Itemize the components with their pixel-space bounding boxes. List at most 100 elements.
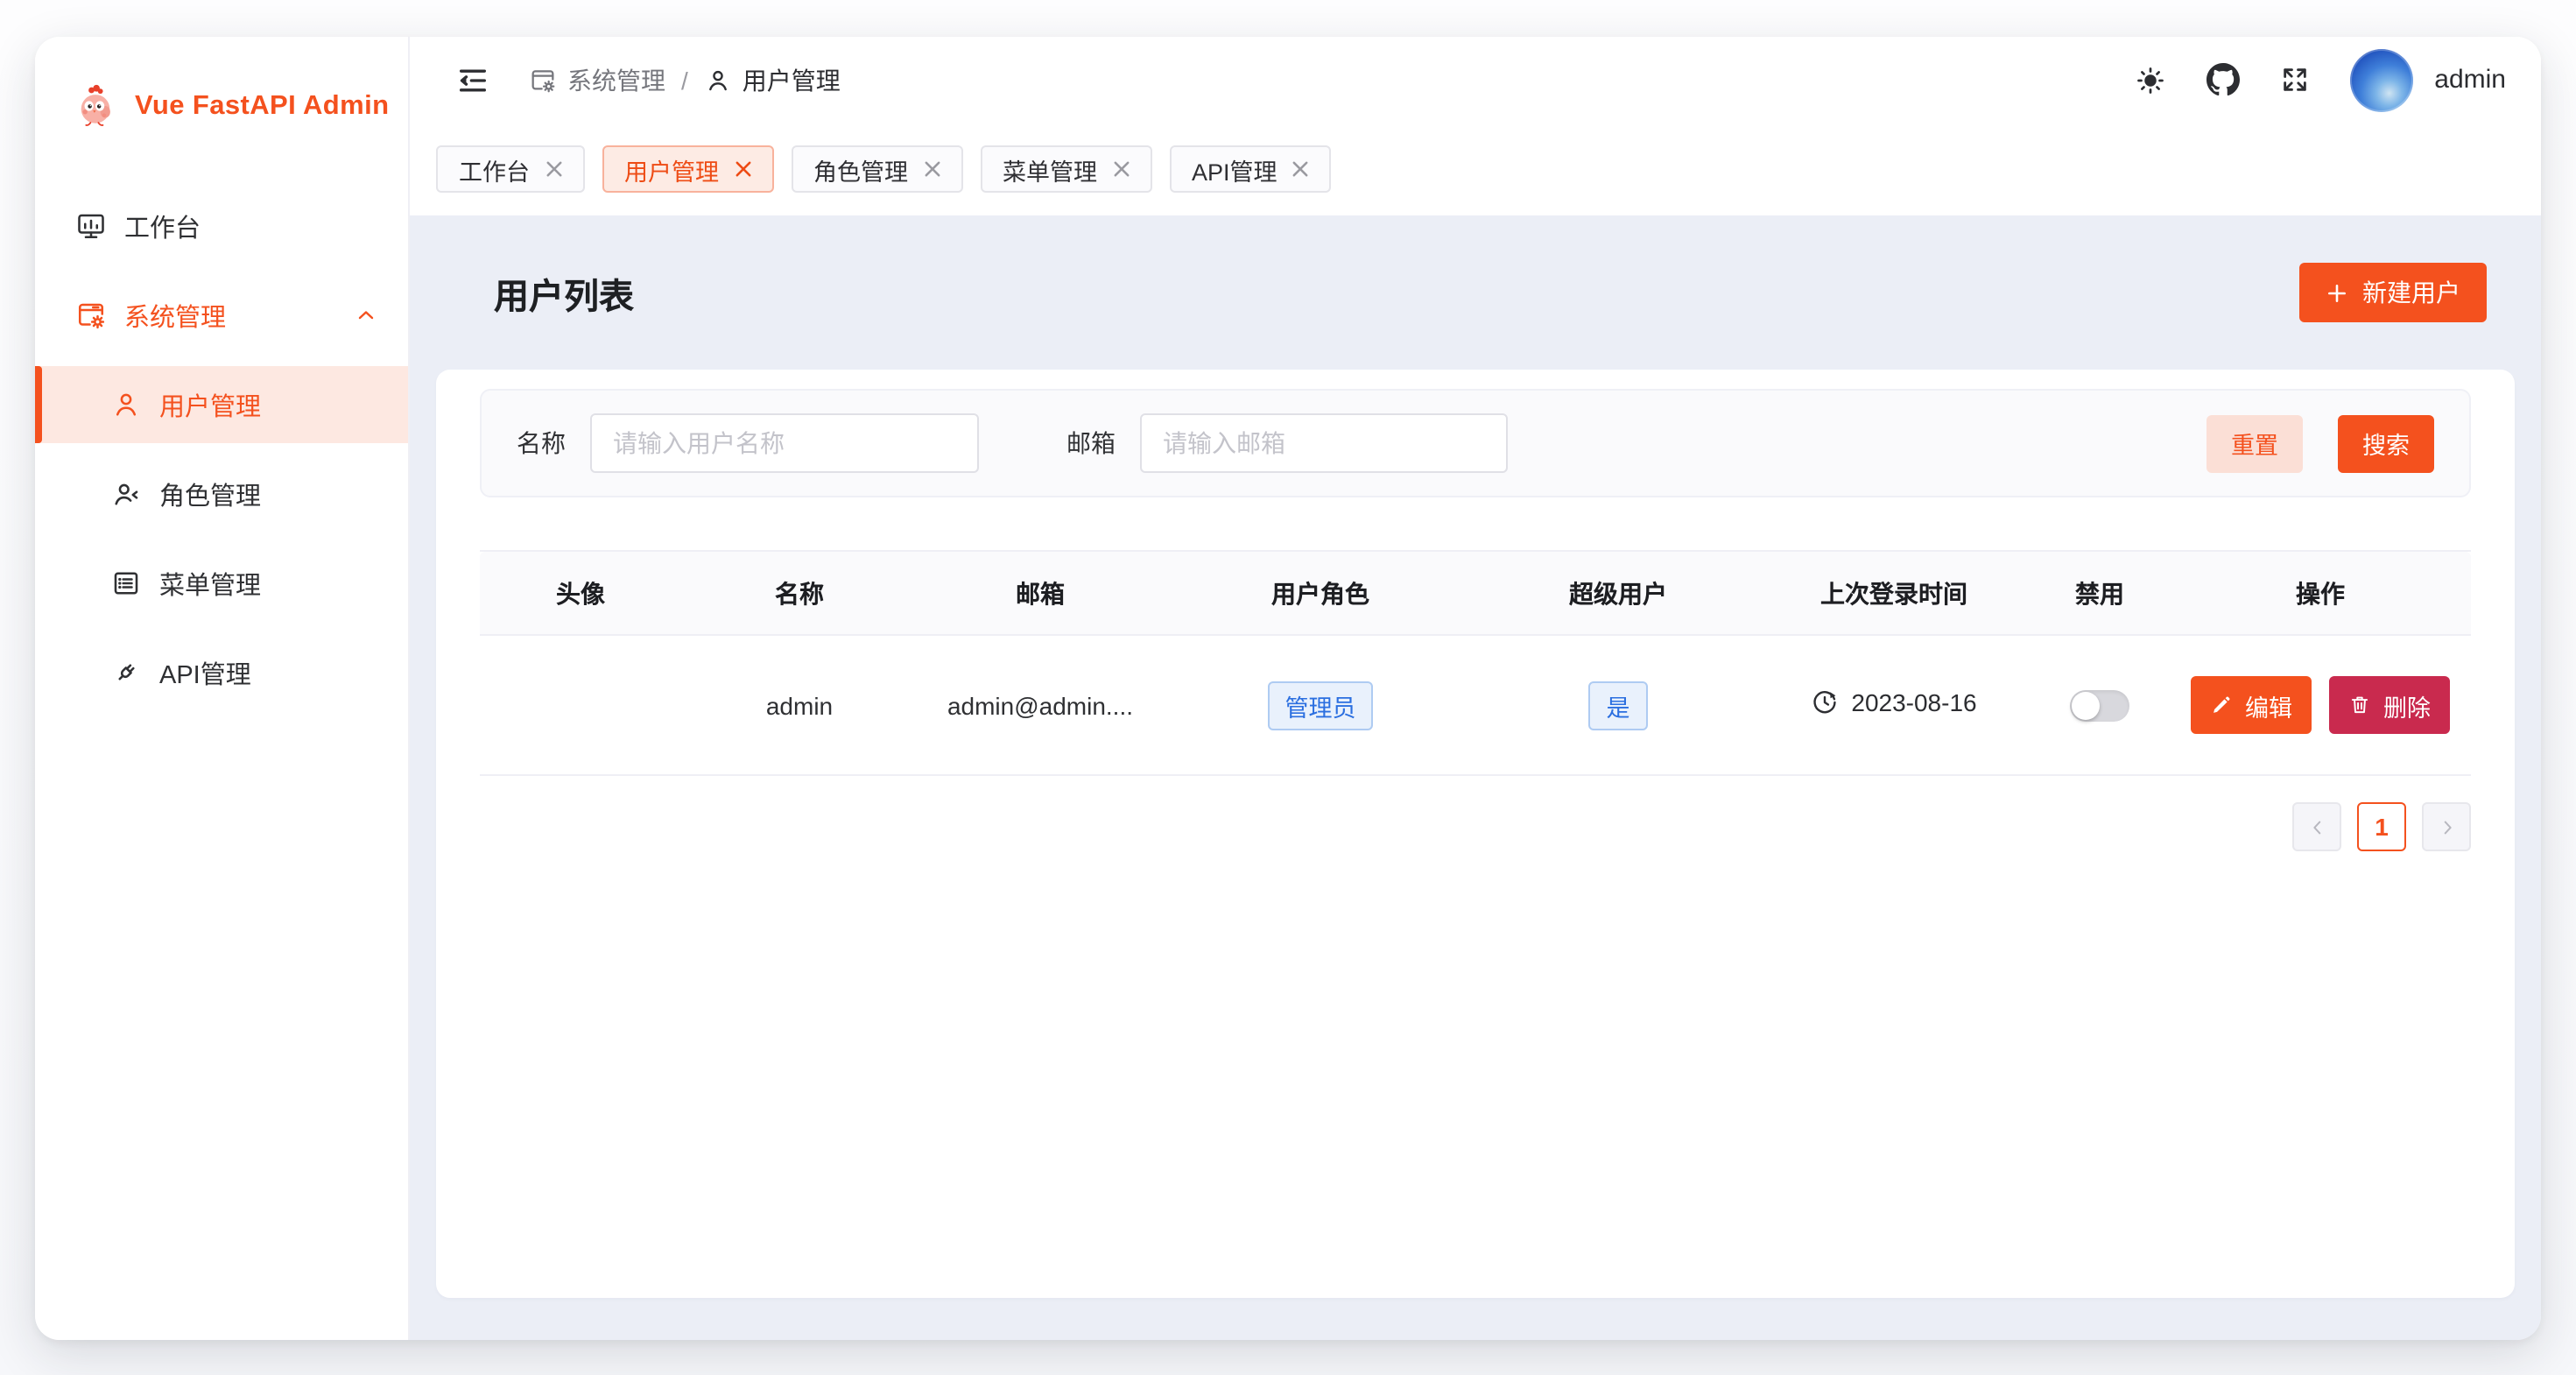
logo[interactable]: Vue FastAPI Admin	[35, 37, 408, 145]
chick-logo-icon	[72, 82, 119, 130]
user-name[interactable]: admin	[2434, 65, 2506, 95]
tab-label: 菜单管理	[1003, 152, 1097, 187]
column-header-role: 用户角色	[1163, 551, 1478, 635]
theme-sun-icon[interactable]	[2135, 64, 2166, 95]
filter-actions: 重置 搜索	[2206, 414, 2434, 472]
topbar-actions: admin	[2135, 48, 2506, 111]
breadcrumb: 系统管理 / 用户管理	[529, 62, 841, 97]
delete-button[interactable]: 删除	[2329, 676, 2450, 734]
app-title: Vue FastAPI Admin	[135, 90, 389, 122]
cell-actions: 编辑	[2170, 635, 2471, 775]
fullscreen-icon[interactable]	[2280, 65, 2310, 95]
table-header-row: 头像 名称 邮箱 用户角色 超级用户 上次登录时间 禁用 操作	[480, 551, 2471, 635]
prev-page-button[interactable]	[2292, 802, 2341, 851]
tab-label: 工作台	[459, 152, 530, 187]
tab-roles[interactable]: 角色管理	[791, 145, 962, 193]
system-window-gear-icon	[75, 300, 107, 331]
breadcrumb-users[interactable]: 用户管理	[704, 62, 841, 97]
tab-api[interactable]: API管理	[1169, 145, 1332, 193]
column-header-actions: 操作	[2170, 551, 2471, 635]
top-bar: 系统管理 / 用户管理	[410, 37, 2541, 123]
search-button[interactable]: 搜索	[2338, 414, 2434, 472]
main-column: 系统管理 / 用户管理	[410, 37, 2541, 1340]
name-filter-input[interactable]	[590, 413, 979, 473]
role-user-icon	[110, 478, 142, 510]
edit-button-label: 编辑	[2245, 688, 2292, 723]
stage: Vue FastAPI Admin 工作台	[0, 0, 2576, 1375]
user-list-card: 名称 邮箱 重置 搜索	[436, 370, 2515, 1298]
user-avatar[interactable]	[2350, 48, 2413, 111]
reset-button[interactable]: 重置	[2206, 414, 2303, 472]
users-table: 头像 名称 邮箱 用户角色 超级用户 上次登录时间 禁用 操作	[480, 550, 2471, 776]
trash-icon	[2348, 694, 2371, 716]
tab-label: 用户管理	[624, 152, 719, 187]
tab-workbench[interactable]: 工作台	[436, 145, 584, 193]
menu-list-icon	[110, 568, 142, 599]
sidebar-item-users[interactable]: 用户管理	[35, 366, 408, 443]
tab-label: 角色管理	[813, 152, 908, 187]
new-user-button[interactable]: 新建用户	[2299, 263, 2487, 322]
sidebar-collapse-icon[interactable]	[455, 62, 490, 97]
api-plug-icon	[110, 657, 142, 688]
cell-last-login: 2023-08-16	[1758, 635, 2030, 775]
breadcrumb-label: 系统管理	[567, 62, 665, 97]
table-row: admin admin@admin.... 管理员 是	[480, 635, 2471, 775]
sidebar-item-roles[interactable]: 角色管理	[35, 455, 408, 532]
column-header-last-login: 上次登录时间	[1758, 551, 2030, 635]
sidebar-item-label: 菜单管理	[159, 565, 261, 602]
page-number-1[interactable]: 1	[2357, 802, 2406, 851]
edit-button[interactable]: 编辑	[2191, 676, 2312, 734]
sidebar-item-label: 用户管理	[159, 386, 261, 423]
cell-email: admin@admin....	[918, 635, 1163, 775]
disabled-toggle[interactable]	[2070, 689, 2129, 721]
cell-superuser: 是	[1478, 635, 1758, 775]
breadcrumb-label: 用户管理	[743, 62, 841, 97]
sidebar-item-label: API管理	[159, 654, 251, 691]
filter-panel: 名称 邮箱 重置 搜索	[480, 389, 2471, 497]
user-icon	[110, 389, 142, 420]
column-header-superuser: 超级用户	[1478, 551, 1758, 635]
github-icon[interactable]	[2206, 63, 2240, 96]
next-page-button[interactable]	[2422, 802, 2471, 851]
sidebar-item-system[interactable]: 系统管理	[35, 277, 408, 354]
sidebar-menu: 工作台 系统管理	[35, 187, 408, 723]
close-icon[interactable]	[1113, 161, 1129, 177]
tabs-bar: 工作台 用户管理 角色管理	[410, 123, 2541, 215]
page-title: 用户列表	[494, 267, 634, 318]
pagination: 1	[480, 802, 2471, 851]
sidebar-item-menus[interactable]: 菜单管理	[35, 545, 408, 622]
sidebar-item-api[interactable]: API管理	[35, 634, 408, 711]
clock-history-icon	[1811, 688, 1839, 716]
tab-label: API管理	[1192, 152, 1277, 187]
cell-name: admin	[681, 635, 918, 775]
sidebar-item-label: 工作台	[124, 208, 201, 244]
breadcrumb-separator: /	[681, 66, 688, 94]
close-icon[interactable]	[545, 161, 561, 177]
sidebar-item-label: 系统管理	[124, 297, 226, 334]
user-icon	[704, 66, 732, 94]
column-header-name: 名称	[681, 551, 918, 635]
sidebar-item-workbench[interactable]: 工作台	[35, 187, 408, 264]
cell-avatar	[480, 635, 681, 775]
column-header-avatar: 头像	[480, 551, 681, 635]
toggle-knob	[2072, 691, 2100, 719]
sidebar: Vue FastAPI Admin 工作台	[35, 37, 410, 1340]
email-filter-input[interactable]	[1140, 413, 1508, 473]
active-indicator-bar	[35, 366, 42, 443]
system-window-gear-icon	[529, 66, 557, 94]
close-icon[interactable]	[1293, 161, 1309, 177]
delete-button-label: 删除	[2383, 688, 2431, 723]
breadcrumb-system[interactable]: 系统管理	[529, 62, 665, 97]
column-header-email: 邮箱	[918, 551, 1163, 635]
tab-menus[interactable]: 菜单管理	[980, 145, 1151, 193]
close-icon[interactable]	[924, 161, 940, 177]
cell-disabled	[2030, 635, 2170, 775]
role-tag: 管理员	[1268, 680, 1374, 730]
name-filter-label: 名称	[517, 426, 566, 461]
tab-users[interactable]: 用户管理	[602, 145, 773, 193]
content-area: 用户列表 新建用户 名称 邮箱	[410, 215, 2541, 1340]
pencil-icon	[2210, 694, 2233, 716]
close-icon[interactable]	[735, 161, 750, 177]
column-header-disabled: 禁用	[2030, 551, 2170, 635]
app-window: Vue FastAPI Admin 工作台	[35, 37, 2541, 1340]
